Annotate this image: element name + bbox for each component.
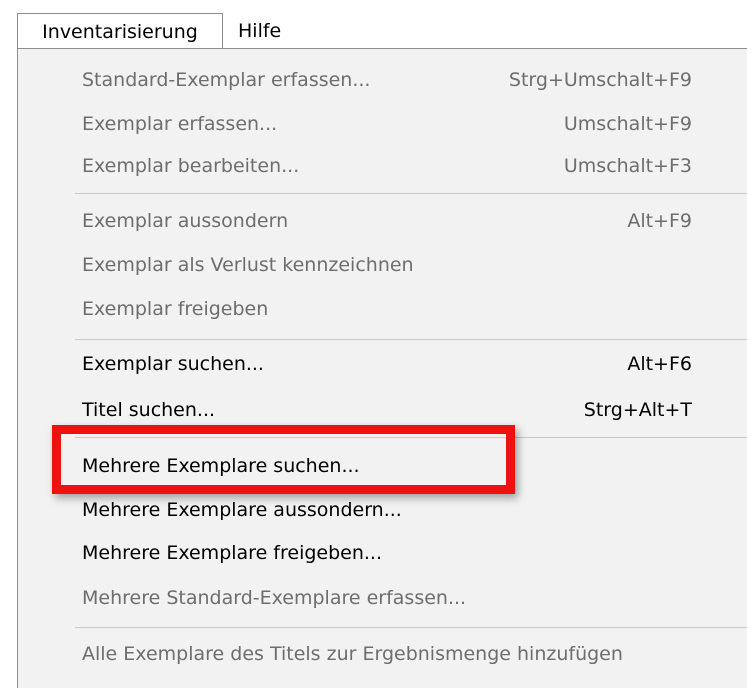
menu-inventarisierung[interactable]: Inventarisierung: [17, 13, 223, 49]
menu-item-mehrere-exemplare-aussondern[interactable]: Mehrere Exemplare aussondern...: [64, 489, 724, 531]
menu-item-alle-exemplare-hinzufuegen[interactable]: Alle Exemplare des Titels zur Ergebnisme…: [64, 633, 724, 675]
menu-item-label: Mehrere Standard-Exemplare erfassen...: [82, 587, 467, 609]
menu-item-exemplar-verlust-kennzeichnen[interactable]: Exemplar als Verlust kennzeichnen: [64, 244, 724, 286]
menu-item-mehrere-standard-exemplare-erfassen[interactable]: Mehrere Standard-Exemplare erfassen...: [64, 577, 724, 619]
menu-item-shortcut: Umschalt+F3: [563, 155, 692, 177]
menu-separator: [75, 627, 747, 628]
menu-item-exemplar-erfassen[interactable]: Exemplar erfassen... Umschalt+F9: [64, 103, 724, 145]
menu-item-shortcut: Strg+Umschalt+F9: [508, 69, 692, 91]
menu-item-label: Standard-Exemplar erfassen...: [82, 69, 371, 91]
menu-item-label: Exemplar aussondern: [82, 210, 289, 232]
highlight-annotation-box: [52, 425, 515, 494]
menu-item-exemplar-aussondern[interactable]: Exemplar aussondern Alt+F9: [64, 200, 724, 242]
menu-item-shortcut: Alt+F6: [627, 353, 692, 375]
menu-item-label: Exemplar suchen...: [82, 353, 264, 375]
menu-item-exemplar-suchen[interactable]: Exemplar suchen... Alt+F6: [64, 343, 724, 385]
menu-item-label: Mehrere Exemplare freigeben...: [82, 542, 383, 564]
menu-item-label: Exemplar erfassen...: [82, 113, 278, 135]
menu-item-exemplar-freigeben[interactable]: Exemplar freigeben: [64, 288, 724, 330]
menu-item-shortcut: Strg+Alt+T: [583, 399, 692, 421]
menu-separator: [75, 339, 747, 340]
menu-item-label: Exemplar freigeben: [82, 298, 269, 320]
menu-separator: [75, 193, 747, 194]
menu-item-shortcut: Umschalt+F9: [563, 113, 692, 135]
menu-item-exemplar-bearbeiten[interactable]: Exemplar bearbeiten... Umschalt+F3: [64, 145, 724, 187]
menu-item-mehrere-exemplare-freigeben[interactable]: Mehrere Exemplare freigeben...: [64, 532, 724, 574]
menu-item-label: Exemplar bearbeiten...: [82, 155, 300, 177]
menu-bar: Inventarisierung Hilfe: [0, 0, 747, 50]
menu-item-label: Exemplar als Verlust kennzeichnen: [82, 254, 414, 276]
menu-item-label: Alle Exemplare des Titels zur Ergebnisme…: [82, 643, 623, 665]
menu-hilfe[interactable]: Hilfe: [228, 13, 298, 49]
menu-item-standard-exemplar-erfassen[interactable]: Standard-Exemplar erfassen... Strg+Umsch…: [64, 59, 724, 101]
menu-item-shortcut: Alt+F9: [627, 210, 692, 232]
dropdown-menu: Standard-Exemplar erfassen... Strg+Umsch…: [17, 48, 747, 688]
menu-item-label: Mehrere Exemplare aussondern...: [82, 499, 402, 521]
